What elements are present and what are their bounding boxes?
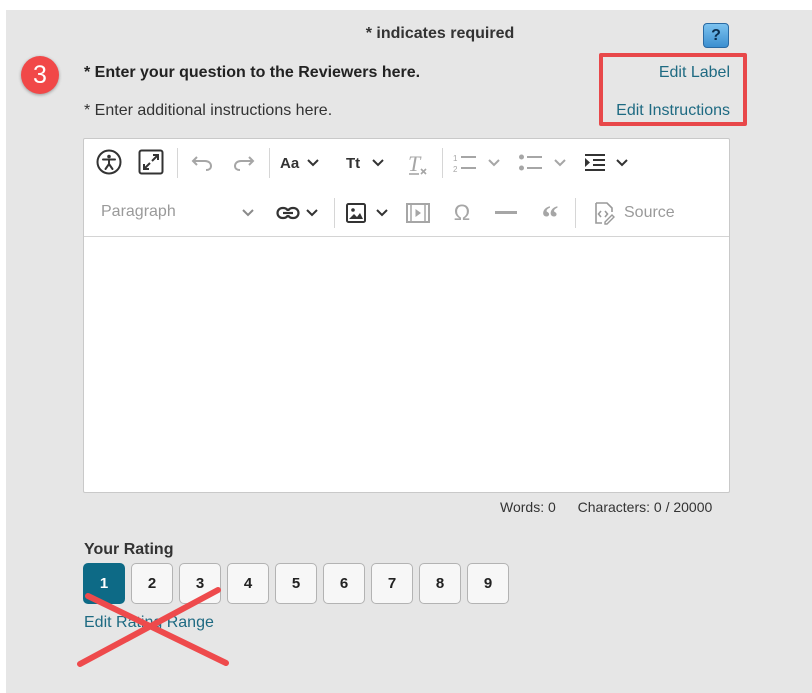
undo-icon[interactable] — [188, 149, 216, 177]
special-character-icon[interactable]: Ω — [448, 199, 476, 227]
toolbar-separator — [334, 198, 335, 228]
chevron-down-icon — [306, 209, 318, 217]
chevron-down-icon — [488, 159, 500, 167]
paragraph-format-label: Paragraph — [101, 203, 176, 220]
font-family-icon: Aa — [280, 154, 300, 172]
toolbar-separator — [575, 198, 576, 228]
toolbar-separator — [177, 148, 178, 178]
horizontal-line-icon[interactable] — [492, 199, 520, 227]
link-dropdown[interactable] — [276, 199, 326, 227]
paragraph-format-select[interactable]: Paragraph — [100, 199, 260, 225]
rating-option-5[interactable]: 5 — [275, 563, 317, 604]
required-note: * indicates required — [365, 25, 515, 42]
font-size-icon: Tt — [346, 154, 361, 172]
link-icon — [276, 206, 300, 220]
rating-title: Your Rating — [84, 541, 174, 558]
svg-text:T: T — [408, 152, 422, 176]
help-button[interactable]: ? — [703, 23, 729, 48]
chevron-down-icon — [307, 159, 319, 167]
bulleted-list-icon — [519, 154, 542, 171]
media-icon[interactable] — [404, 199, 432, 227]
accessibility-icon[interactable] — [94, 147, 124, 177]
svg-text:1: 1 — [453, 154, 458, 163]
numbered-list-icon: 12 — [453, 154, 476, 174]
remove-format-icon[interactable]: T — [404, 149, 432, 179]
font-family-dropdown[interactable]: Aa — [280, 149, 330, 177]
question-label: * Enter your question to the Reviewers h… — [84, 64, 421, 81]
rating-option-6[interactable]: 6 — [323, 563, 365, 604]
font-size-dropdown[interactable]: Tt — [346, 149, 392, 177]
fullscreen-icon[interactable] — [136, 147, 166, 177]
source-icon — [595, 202, 615, 225]
source-button[interactable]: Source — [592, 199, 682, 227]
image-icon — [346, 203, 366, 223]
numbered-list-dropdown[interactable]: 12 — [452, 149, 506, 177]
svg-text:2: 2 — [453, 165, 458, 174]
indent-dropdown[interactable] — [584, 149, 634, 177]
instructions-label: * Enter additional instructions here. — [84, 102, 333, 119]
rating-option-1[interactable]: 1 — [83, 563, 125, 604]
word-character-count: Words: 0 Characters: 0 / 20000 — [500, 499, 730, 515]
rating-options: 123456789 — [83, 563, 509, 604]
word-count: Words: 0 — [500, 499, 556, 515]
rating-option-4[interactable]: 4 — [227, 563, 269, 604]
rich-text-editor: Aa Tt T 12 Paragraph Ω “ Source — [83, 138, 730, 493]
rating-option-9[interactable]: 9 — [467, 563, 509, 604]
chevron-down-icon — [616, 159, 628, 167]
rating-option-8[interactable]: 8 — [419, 563, 461, 604]
rating-option-3[interactable]: 3 — [179, 563, 221, 604]
chevron-down-icon — [554, 159, 566, 167]
indent-icon — [585, 154, 605, 171]
toolbar-separator — [442, 148, 443, 178]
character-count: Characters: 0 / 20000 — [577, 499, 713, 515]
rating-option-2[interactable]: 2 — [131, 563, 173, 604]
rating-option-7[interactable]: 7 — [371, 563, 413, 604]
bulleted-list-dropdown[interactable] — [518, 149, 572, 177]
blockquote-icon[interactable]: “ — [536, 199, 564, 236]
toolbar-separator — [269, 148, 270, 178]
chevron-down-icon — [242, 209, 254, 217]
image-dropdown[interactable] — [346, 199, 394, 227]
redo-icon[interactable] — [230, 149, 258, 177]
chevron-down-icon — [372, 159, 384, 167]
editor-content-area[interactable] — [84, 237, 729, 492]
source-label: Source — [624, 204, 675, 221]
chevron-down-icon — [376, 209, 388, 217]
step-badge: 3 — [21, 56, 59, 94]
editor-toolbar: Aa Tt T 12 Paragraph Ω “ Source — [84, 139, 729, 237]
highlight-annotation — [599, 53, 747, 126]
edit-rating-range-link[interactable]: Edit Rating Range — [84, 614, 214, 632]
